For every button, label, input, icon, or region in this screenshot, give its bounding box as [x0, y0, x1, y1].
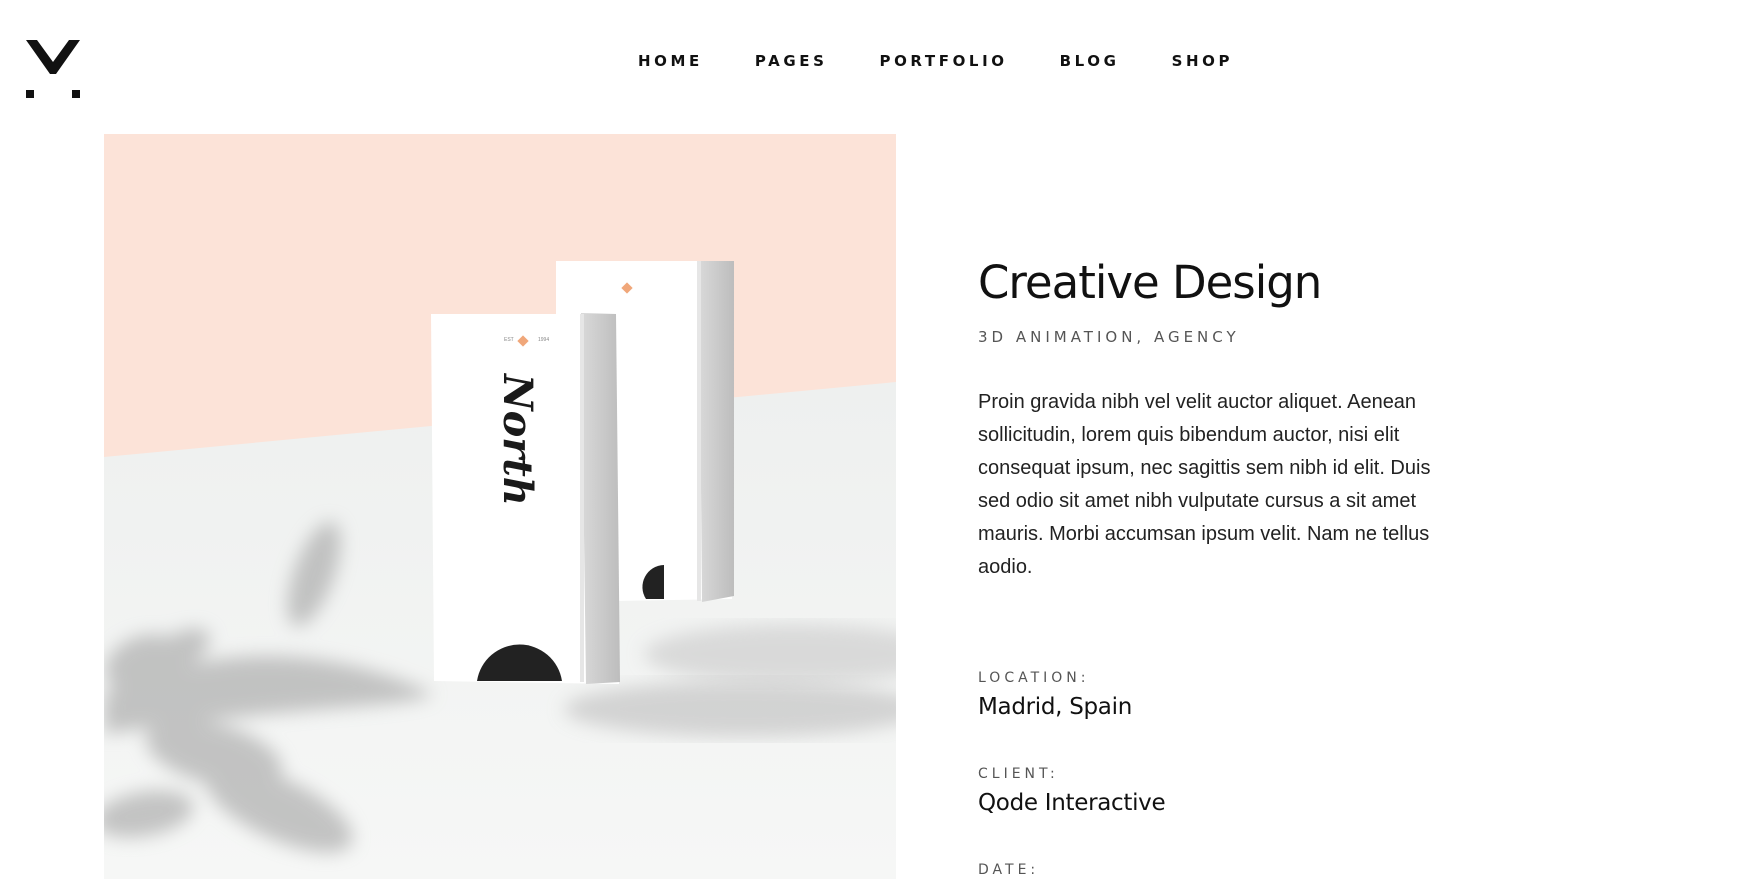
nav-home[interactable]: HOME	[638, 52, 703, 70]
project-title: Creative Design	[978, 256, 1322, 309]
project-categories: 3D ANIMATION, AGENCY	[978, 328, 1240, 346]
box-brand-text: North	[494, 372, 541, 506]
svg-text:1994: 1994	[538, 337, 549, 343]
detail-client: CLIENT: Qode Interactive	[978, 766, 1166, 816]
project-hero-image: EST 1994 North	[104, 134, 896, 879]
nav-blog[interactable]: BLOG	[1060, 52, 1120, 70]
logo-icon[interactable]	[26, 38, 80, 98]
detail-value: Madrid, Spain	[978, 694, 1132, 720]
detail-label: CLIENT:	[978, 766, 1059, 782]
detail-label: DATE:	[978, 862, 1040, 878]
nav-portfolio[interactable]: PORTFOLIO	[879, 52, 1007, 70]
detail-value: Qode Interactive	[978, 790, 1166, 816]
detail-location: LOCATION: Madrid, Spain	[978, 670, 1132, 720]
packaging-mockup-image: EST 1994 North	[104, 134, 896, 879]
svg-text:EST: EST	[504, 337, 514, 343]
main-nav: HOME PAGES PORTFOLIO BLOG SHOP	[612, 52, 1259, 70]
project-description: Proin gravida nibh vel velit auctor aliq…	[978, 391, 1431, 578]
nav-shop[interactable]: SHOP	[1172, 52, 1234, 70]
site-header: HOME PAGES PORTFOLIO BLOG SHOP	[0, 0, 1758, 124]
detail-date: DATE:	[978, 862, 1039, 878]
project-info: Creative Design 3D ANIMATION, AGENCY Pro…	[978, 256, 1448, 604]
detail-label: LOCATION:	[978, 670, 1090, 686]
nav-pages[interactable]: PAGES	[755, 52, 828, 70]
